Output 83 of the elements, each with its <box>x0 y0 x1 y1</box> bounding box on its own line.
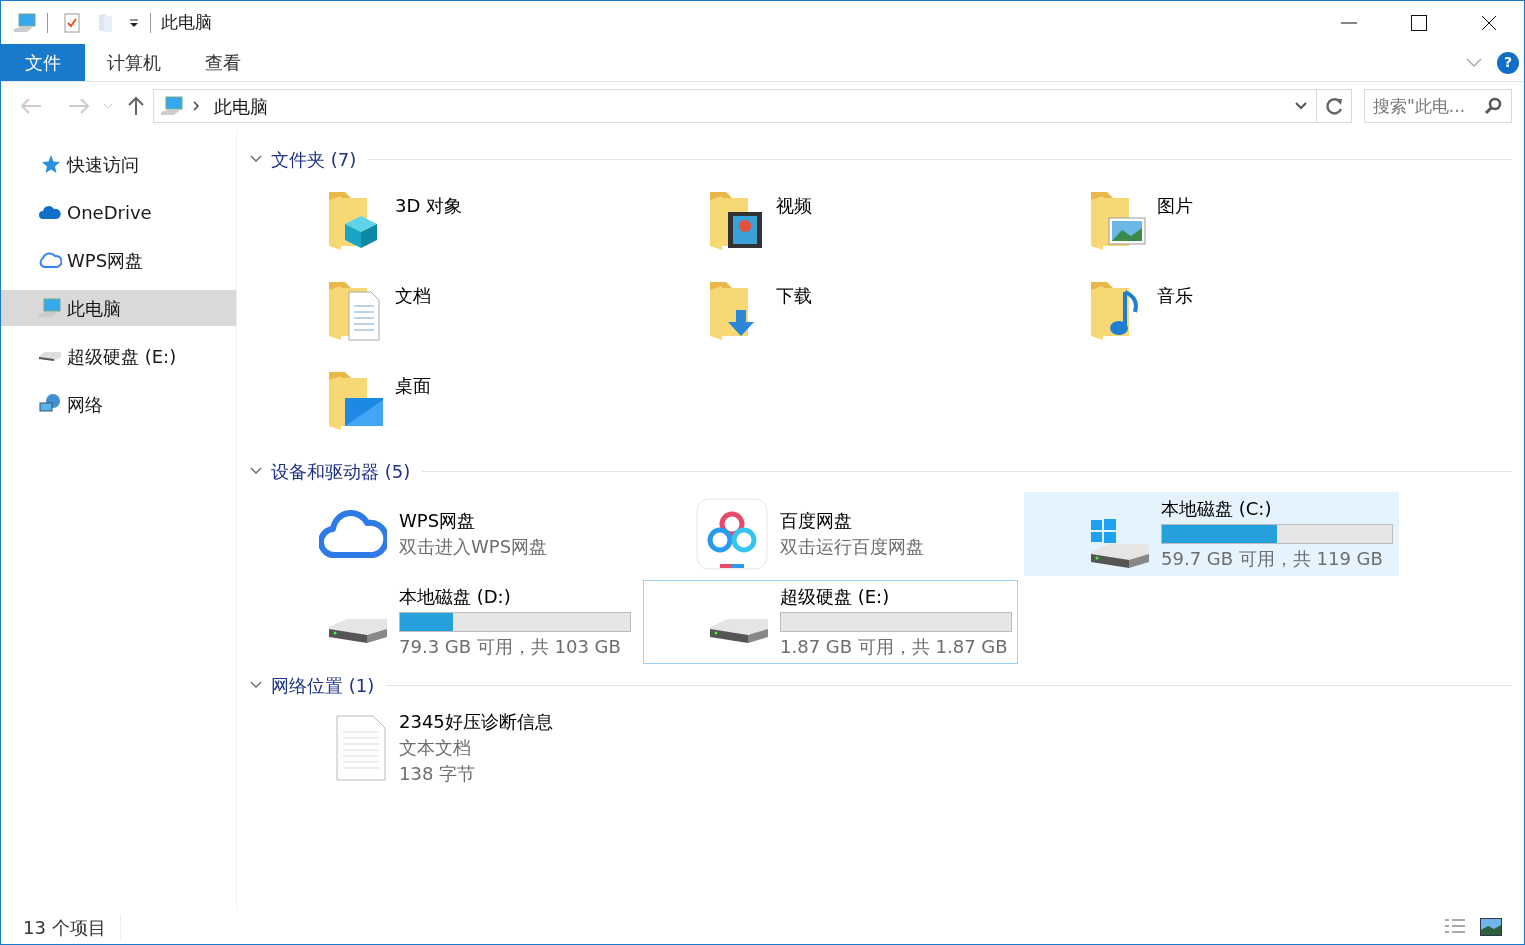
item-name: 本地磁盘 (D:) <box>399 585 512 609</box>
item-name: WPS网盘 <box>399 509 477 533</box>
folder-item[interactable]: 文档 <box>327 276 708 366</box>
sidebar-label: OneDrive <box>67 200 152 225</box>
sidebar-label: 超级硬盘 (E:) <box>67 344 177 369</box>
group-header[interactable]: 设备和驱动器 (5) <box>271 457 411 485</box>
hard-drive-icon <box>38 350 62 362</box>
folder-item[interactable]: 音乐 <box>1089 276 1470 366</box>
help-button[interactable]: ? <box>1497 51 1519 74</box>
item-name: 超级硬盘 (E:) <box>780 585 891 609</box>
computer-icon <box>160 96 184 116</box>
thumbnail-view-icon[interactable] <box>1480 918 1502 936</box>
folder-item[interactable]: 视频 <box>708 186 1089 276</box>
folder-item[interactable]: 3D 对象 <box>327 186 708 276</box>
sidebar-item[interactable]: 快速访问 <box>1 146 236 182</box>
drive-tile[interactable]: 2345好压诊断信息 文本文档 138 字节 <box>262 706 637 790</box>
folder-name: 图片 <box>1157 194 1193 218</box>
item-detail: 1.87 GB 可用，共 1.87 GB <box>780 635 1009 659</box>
dropdown-icon[interactable] <box>1294 101 1308 111</box>
item-name: 2345好压诊断信息 <box>399 710 553 734</box>
up-icon[interactable] <box>127 96 145 116</box>
item-count: 13 个项目 <box>23 913 121 941</box>
group-header[interactable]: 文件夹 (7) <box>271 145 357 173</box>
dropdown-icon[interactable] <box>128 16 140 29</box>
item-description: 双击运行百度网盘 <box>780 535 924 559</box>
hard-drive-icon <box>329 619 387 643</box>
hard-drive-icon <box>710 619 768 643</box>
item-detail: 59.7 GB 可用，共 119 GB <box>1161 547 1384 571</box>
folder-name: 视频 <box>776 194 812 218</box>
cloud-icon <box>319 509 387 559</box>
drive-tile[interactable]: WPS网盘 双击进入WPS网盘 <box>262 492 637 576</box>
text-file-icon <box>335 714 387 782</box>
folder-name: 桌面 <box>395 374 431 398</box>
sidebar-item[interactable]: OneDrive <box>1 194 236 230</box>
sidebar-item[interactable]: WPS网盘 <box>1 242 236 278</box>
sidebar-label: WPS网盘 <box>67 248 144 273</box>
search-icon[interactable] <box>1484 97 1502 115</box>
drive-tile[interactable]: 百度网盘 双击运行百度网盘 <box>643 492 1018 576</box>
sidebar-item[interactable]: 网络 <box>1 386 236 422</box>
close-icon <box>1481 14 1497 31</box>
sidebar-item[interactable]: 超级硬盘 (E:) <box>1 338 236 374</box>
search-field[interactable]: 搜索"此电... <box>1364 89 1512 123</box>
windows-drive-icon <box>1091 518 1149 568</box>
item-detail: 138 字节 <box>399 762 477 786</box>
chevron-down-icon[interactable] <box>1465 56 1483 69</box>
minimize-icon <box>1341 21 1357 24</box>
cloud-app-icon <box>696 498 768 570</box>
maximize-icon <box>1411 14 1427 31</box>
folder-item[interactable]: 下载 <box>708 276 1089 366</box>
network-icon <box>38 393 62 415</box>
computer-icon <box>13 12 37 33</box>
folder-item[interactable]: 桌面 <box>327 366 708 456</box>
sidebar-label: 此电脑 <box>67 296 121 321</box>
cloud-icon <box>39 205 61 219</box>
computer-icon <box>38 298 62 318</box>
folder-name: 文档 <box>395 284 431 308</box>
cloud-icon <box>38 251 62 269</box>
ribbon-tab[interactable]: 文件 <box>1 44 85 81</box>
chevron-right-icon <box>192 100 200 112</box>
item-name: 本地磁盘 (C:) <box>1161 497 1273 521</box>
address-path: 此电脑 <box>214 94 268 119</box>
sidebar-label: 网络 <box>67 392 103 417</box>
group-header[interactable]: 网络位置 (1) <box>271 671 375 699</box>
folder-name: 下载 <box>776 284 812 308</box>
ribbon-tab[interactable]: 计算机 <box>85 44 183 81</box>
folder-name: 3D 对象 <box>395 194 463 218</box>
drive-tile[interactable]: 本地磁盘 (C:) 59.7 GB 可用，共 119 GB <box>1024 492 1399 576</box>
star-icon <box>40 154 60 174</box>
folder-name: 音乐 <box>1157 284 1193 308</box>
ribbon-tab[interactable]: 查看 <box>183 44 263 81</box>
item-description: 双击进入WPS网盘 <box>399 535 548 559</box>
item-name: 百度网盘 <box>780 509 853 533</box>
properties-icon[interactable] <box>64 12 80 33</box>
folder-item[interactable]: 图片 <box>1089 186 1470 276</box>
item-detail: 79.3 GB 可用，共 103 GB <box>399 635 622 659</box>
drive-tile[interactable]: 超级硬盘 (E:) 1.87 GB 可用，共 1.87 GB <box>643 580 1018 664</box>
address-bar[interactable]: 此电脑 <box>153 89 1352 123</box>
refresh-icon[interactable] <box>1325 96 1345 116</box>
window-title: 此电脑 <box>161 10 212 34</box>
item-description: 文本文档 <box>399 736 472 760</box>
sidebar-item[interactable]: 此电脑 <box>1 290 236 326</box>
sidebar-label: 快速访问 <box>67 152 139 177</box>
drive-tile[interactable]: 本地磁盘 (D:) 79.3 GB 可用，共 103 GB <box>262 580 637 664</box>
